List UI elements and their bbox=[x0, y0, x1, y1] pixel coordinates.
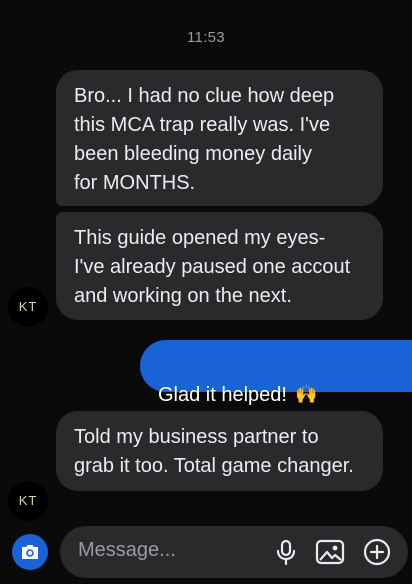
gallery-button[interactable] bbox=[315, 538, 345, 566]
composer-bar: Message... bbox=[0, 526, 412, 578]
microphone-button[interactable] bbox=[272, 538, 300, 566]
camera-icon bbox=[22, 545, 38, 559]
add-icon bbox=[363, 538, 391, 566]
microphone-icon bbox=[276, 539, 296, 566]
timestamp: 11:53 bbox=[187, 29, 225, 46]
message-placeholder: Message... bbox=[78, 539, 176, 561]
message-input[interactable]: Message... bbox=[60, 526, 408, 578]
message-text: Glad it helped! bbox=[158, 384, 287, 406]
message-bubble-outgoing: Glad it helped! 🙌 bbox=[140, 340, 412, 406]
raised-hands-emoji: 🙌 bbox=[294, 384, 318, 404]
contact-avatar[interactable]: KT bbox=[8, 481, 48, 521]
image-gallery-icon bbox=[315, 539, 345, 565]
message-bubble-incoming: This guide opened my eyes- I've already … bbox=[56, 212, 383, 320]
message-bubble-incoming: Bro... I had no clue how deep this MCA t… bbox=[56, 70, 383, 206]
contact-avatar[interactable]: KT bbox=[8, 287, 48, 327]
add-button[interactable] bbox=[363, 538, 391, 566]
message-bubble-incoming: Told my business partner to grab it too.… bbox=[56, 411, 383, 491]
camera-button[interactable] bbox=[12, 534, 48, 570]
